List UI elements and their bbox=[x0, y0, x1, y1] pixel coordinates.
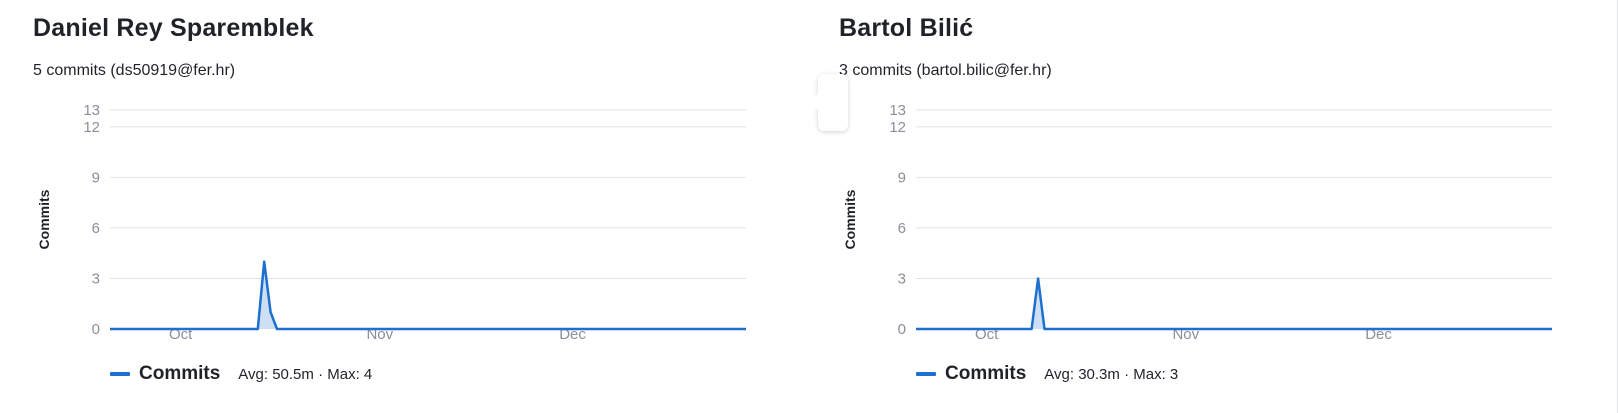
y-tick-label: 9 bbox=[898, 169, 906, 186]
y-tick-label: 3 bbox=[898, 270, 906, 287]
contributor-card: Daniel Rey Sparemblek 5 commits (ds50919… bbox=[0, 0, 780, 413]
contributors-page: Daniel Rey Sparemblek 5 commits (ds50919… bbox=[0, 0, 1618, 413]
y-tick-label: 9 bbox=[92, 169, 100, 186]
chart-tooltip bbox=[810, 74, 848, 131]
chart-legend: Commits Avg: 50.5m · Max: 4 bbox=[110, 363, 372, 385]
series-line bbox=[110, 260, 746, 331]
y-tick-label: 13 bbox=[889, 102, 906, 119]
legend-series-label[interactable]: Commits bbox=[139, 363, 220, 385]
y-tick-label: 6 bbox=[92, 220, 100, 237]
series-area bbox=[916, 278, 1552, 329]
y-tick-label: 3 bbox=[92, 270, 100, 287]
y-tick-label: 0 bbox=[898, 321, 906, 338]
legend-series-label[interactable]: Commits bbox=[945, 363, 1026, 385]
legend-swatch bbox=[110, 372, 130, 376]
chart-legend: Commits Avg: 30.3m · Max: 3 bbox=[916, 363, 1178, 385]
legend-stats: Avg: 50.5m · Max: 4 bbox=[238, 365, 373, 383]
y-tick-label: 12 bbox=[889, 119, 906, 136]
y-tick-label: 0 bbox=[92, 321, 100, 338]
y-tick-label: 6 bbox=[898, 220, 906, 237]
commits-chart[interactable]: Commits03691213Oct Nov Dec bbox=[806, 0, 1586, 360]
y-tick-label: 12 bbox=[83, 119, 100, 136]
legend-stats: Avg: 30.3m · Max: 3 bbox=[1044, 365, 1179, 383]
commits-chart[interactable]: Commits03691213Oct Nov Dec bbox=[0, 0, 780, 360]
y-axis-title: Commits bbox=[842, 189, 858, 249]
series-area bbox=[110, 261, 746, 329]
contributor-card: Bartol Bilić 3 commits (bartol.bilic@fer… bbox=[806, 0, 1586, 413]
series-line bbox=[916, 277, 1552, 331]
y-axis-title: Commits bbox=[36, 189, 52, 249]
y-tick-label: 13 bbox=[83, 102, 100, 119]
legend-swatch bbox=[916, 372, 936, 376]
